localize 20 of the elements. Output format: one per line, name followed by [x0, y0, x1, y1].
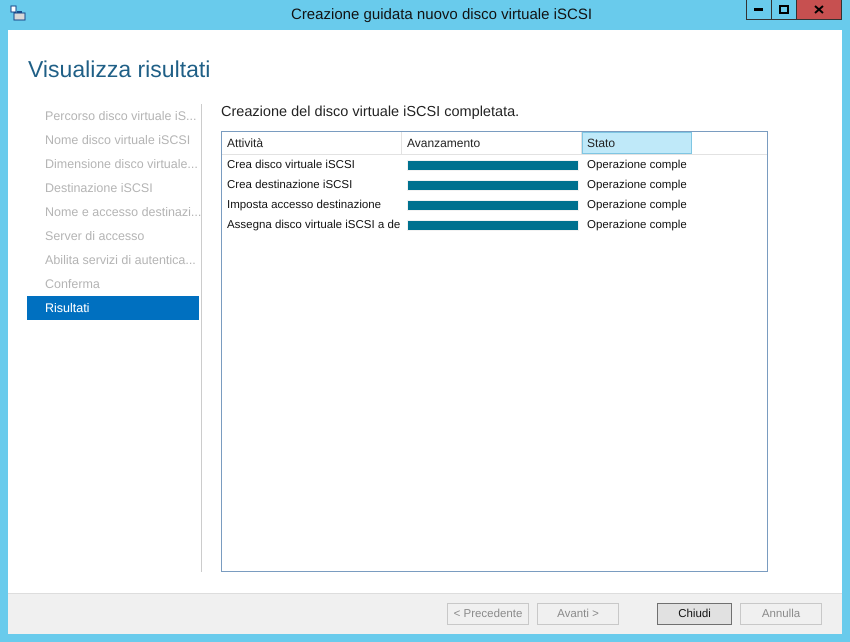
- task-cell-text: Crea destinazione iSCSI: [226, 179, 354, 191]
- result-message: Creazione del disco virtuale iSCSI completata.: [221, 104, 520, 120]
- status-cell-text: Operazione comple: [586, 219, 688, 231]
- close-icon: [814, 5, 824, 14]
- status-cell-text: Operazione comple: [586, 159, 688, 171]
- maximize-icon: [778, 5, 789, 14]
- column-header[interactable]: Stato: [582, 132, 692, 154]
- minimize-button[interactable]: [746, 0, 772, 20]
- window-title: Creazione guidata nuovo disco virtuale iSCSI: [290, 6, 592, 23]
- sidebar-item[interactable]: Risultati: [27, 296, 199, 320]
- status-cell-text: Operazione comple: [586, 179, 688, 191]
- app-icon: [10, 5, 26, 21]
- minimize-icon: [754, 8, 764, 11]
- task-cell-text: Imposta accesso destinazione: [226, 199, 382, 211]
- status-cell-text: Operazione comple: [586, 199, 688, 211]
- task-cell-text: Crea disco virtuale iSCSI: [226, 159, 356, 171]
- page-heading: Visualizza risultati: [28, 56, 212, 84]
- task-cell-text: Assegna disco virtuale iSCSI a de: [226, 219, 402, 231]
- close-button[interactable]: [796, 0, 842, 20]
- wizard-button[interactable]: Chiudi: [657, 603, 732, 625]
